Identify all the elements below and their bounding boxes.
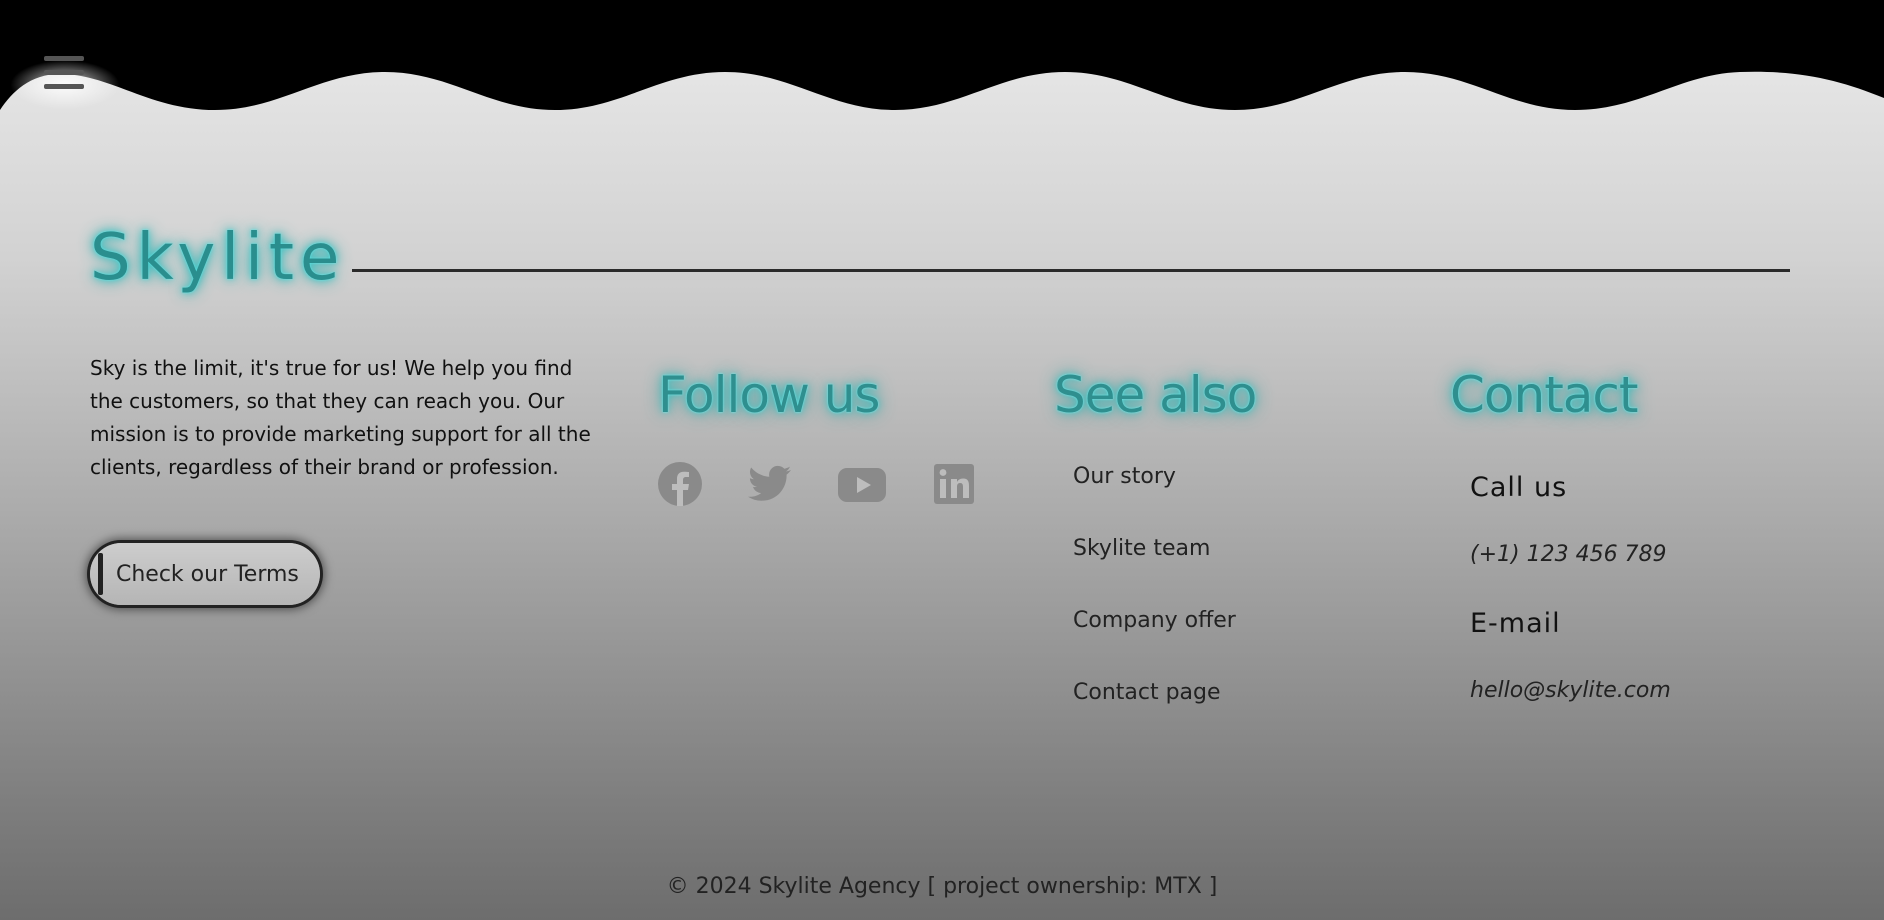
see-also-heading: See also (1054, 366, 1257, 424)
call-us-label: Call us (1470, 472, 1568, 503)
link-skylite-team[interactable]: Skylite team (1073, 536, 1210, 561)
copyright-text: © 2024 Skylite Agency [ project ownershi… (666, 874, 1218, 899)
check-terms-label: Check our Terms (116, 561, 299, 587)
check-terms-button[interactable]: Check our Terms (90, 543, 320, 605)
facebook-icon[interactable] (656, 460, 704, 508)
email-address[interactable]: hello@skylite.com (1470, 678, 1671, 703)
phone-number: (+1) 123 456 789 (1470, 542, 1667, 567)
link-contact-page[interactable]: Contact page (1073, 680, 1221, 705)
hamburger-icon[interactable] (38, 52, 90, 96)
brand-divider (352, 269, 1790, 272)
linkedin-icon[interactable] (930, 460, 978, 508)
link-company-offer[interactable]: Company offer (1073, 608, 1236, 633)
email-label: E-mail (1470, 608, 1561, 639)
brand-logo-text: Skylite (90, 221, 346, 295)
wave-shape (0, 0, 1884, 110)
top-wave-banner (0, 0, 1884, 120)
link-our-story[interactable]: Our story (1073, 464, 1176, 489)
contact-heading: Contact (1450, 366, 1639, 424)
twitter-icon[interactable] (745, 460, 793, 508)
follow-us-heading: Follow us (658, 366, 880, 424)
youtube-icon[interactable] (838, 460, 886, 508)
about-text: Sky is the limit, it's true for us! We h… (90, 356, 591, 479)
button-accent-bar (98, 553, 103, 595)
